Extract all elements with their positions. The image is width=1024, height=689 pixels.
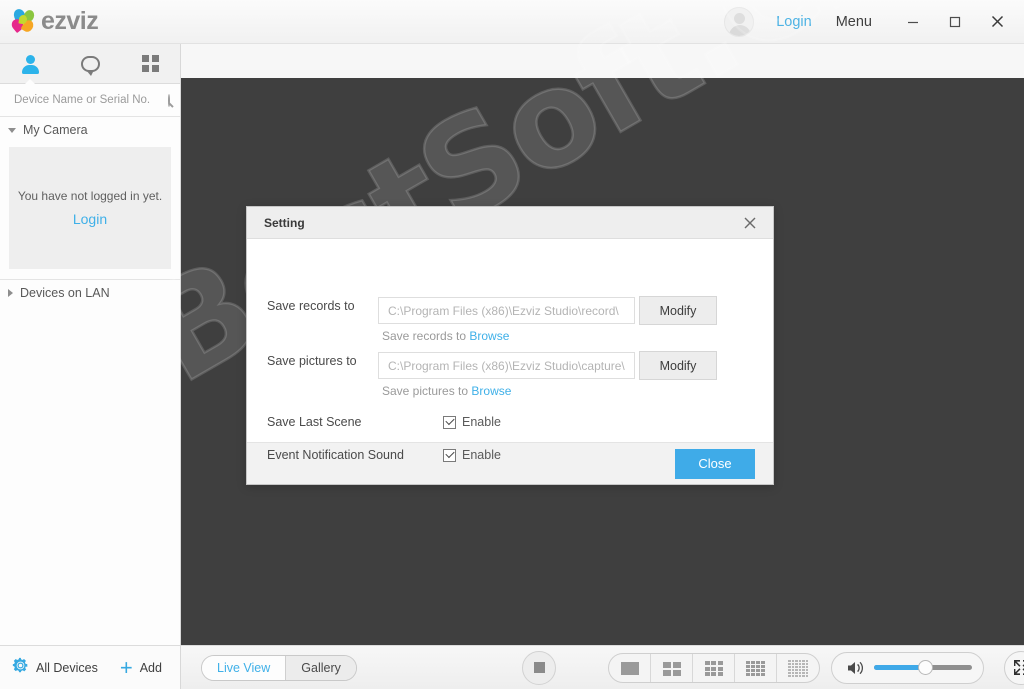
sidebar-tab-devices[interactable] <box>0 44 60 85</box>
save-records-browse-link[interactable]: Browse <box>469 329 509 343</box>
minimize-button[interactable] <box>898 7 928 37</box>
volume-slider-handle[interactable] <box>917 660 933 675</box>
chat-bubble-icon <box>80 55 100 76</box>
sidebar-tab-apps[interactable] <box>120 44 180 84</box>
add-label: Add <box>139 660 162 675</box>
search-icon[interactable] <box>168 93 170 107</box>
event-notification-sound-checkbox-label: Enable <box>462 448 501 462</box>
speaker-icon[interactable] <box>846 660 866 676</box>
save-records-hint-prefix: Save records to <box>382 329 470 343</box>
save-records-label-row: Save records to <box>267 299 355 313</box>
save-last-scene-checkbox-row[interactable]: Enable <box>443 415 501 429</box>
ezviz-flower-logo-icon <box>9 6 40 35</box>
layout-1x1-button[interactable] <box>609 653 651 682</box>
save-records-hint: Save records to Browse <box>382 329 509 343</box>
layout-selector <box>608 652 820 683</box>
save-pictures-browse-link[interactable]: Browse <box>471 384 511 398</box>
app-logo: ezviz <box>9 6 99 36</box>
stop-record-button[interactable] <box>522 650 556 685</box>
save-pictures-input[interactable]: C:\Program Files (x86)\Ezviz Studio\capt… <box>378 352 635 379</box>
volume-control <box>831 651 984 684</box>
bottom-toolbar: Live View Gallery <box>181 645 1024 689</box>
save-last-scene-label-row: Save Last Scene <box>267 415 362 429</box>
dialog-title: Setting <box>264 215 305 230</box>
all-devices-label: All Devices <box>36 660 98 675</box>
layout-4x4-button[interactable] <box>735 653 777 682</box>
sidebar-tabs <box>0 44 180 85</box>
save-records-modify-button[interactable]: Modify <box>639 296 717 325</box>
user-avatar-placeholder-icon[interactable] <box>724 6 755 37</box>
chevron-right-icon <box>8 289 13 297</box>
tab-live-view[interactable]: Live View <box>202 655 287 680</box>
layout-3x3-button[interactable] <box>693 653 735 682</box>
dialog-close-button[interactable]: Close <box>675 448 755 479</box>
save-last-scene-checkbox[interactable] <box>443 415 456 429</box>
sidebar-tab-messages[interactable] <box>60 44 120 84</box>
volume-slider[interactable] <box>874 660 972 675</box>
event-sound-checkbox-row[interactable]: Enable <box>443 448 501 462</box>
save-records-input[interactable]: C:\Program Files (x86)\Ezviz Studio\reco… <box>378 297 635 324</box>
dialog-header: Setting <box>247 207 773 239</box>
save-last-scene-checkbox-label: Enable <box>462 415 501 429</box>
event-notification-sound-label: Event Notification Sound <box>267 448 404 462</box>
event-sound-label-row: Event Notification Sound <box>267 448 404 462</box>
close-button[interactable] <box>982 7 1012 37</box>
grid-1-icon <box>620 662 639 675</box>
grid-four-icon <box>141 55 159 72</box>
title-bar-controls: Login Menu <box>724 0 1024 44</box>
grid-36-icon <box>788 660 808 677</box>
gear-icon <box>12 657 29 679</box>
save-pictures-label: Save pictures to <box>267 354 357 368</box>
dialog-body: Save records to C:\Program Files (x86)\E… <box>247 239 773 462</box>
sidebar-footer: All Devices + Add <box>0 645 180 689</box>
fullscreen-icon <box>1013 660 1024 675</box>
maximize-button[interactable] <box>940 7 970 37</box>
settings-dialog: Setting Save records to C:\Program Files… <box>246 206 774 485</box>
save-pictures-hint: Save pictures to Browse <box>382 384 511 398</box>
device-search-row <box>0 84 180 117</box>
save-pictures-hint-prefix: Save pictures to <box>382 384 472 398</box>
sidebar-login-link[interactable]: Login <box>73 211 107 227</box>
layout-6x6-button[interactable] <box>777 654 819 682</box>
video-top-strip <box>181 44 1024 78</box>
not-logged-in-panel: You have not logged in yet. Login <box>9 147 171 269</box>
save-records-field-row: C:\Program Files (x86)\Ezviz Studio\reco… <box>378 296 717 325</box>
menu-button[interactable]: Menu <box>836 14 872 30</box>
ezviz-studio-window: ezviz Login Menu Device Name or Serial N… <box>0 0 1024 689</box>
all-devices-button[interactable]: All Devices <box>0 657 98 679</box>
sidebar-group-my-camera[interactable]: My Camera <box>0 117 180 143</box>
sidebar: My Camera You have not logged in yet. Lo… <box>0 44 181 689</box>
sidebar-group-label: My Camera <box>23 123 88 137</box>
save-pictures-label-row: Save pictures to <box>267 354 357 368</box>
save-records-label: Save records to <box>267 299 355 313</box>
stop-record-icon <box>533 662 545 673</box>
sidebar-group-label: Devices on LAN <box>20 286 110 300</box>
grid-4-icon <box>662 661 681 676</box>
login-link[interactable]: Login <box>776 14 811 30</box>
search-input[interactable] <box>14 94 168 106</box>
not-logged-in-text: You have not logged in yet. <box>17 189 163 203</box>
tab-gallery[interactable]: Gallery <box>286 655 356 680</box>
save-last-scene-label: Save Last Scene <box>267 415 362 429</box>
dialog-close-icon[interactable] <box>737 210 763 236</box>
title-bar: ezviz Login Menu <box>0 0 1024 44</box>
sidebar-group-devices-on-lan[interactable]: Devices on LAN <box>0 280 180 306</box>
event-notification-sound-checkbox[interactable] <box>443 448 456 462</box>
grid-9-icon <box>704 661 723 676</box>
chevron-down-icon <box>8 127 16 133</box>
plus-icon: + <box>119 654 133 680</box>
layout-2x2-button[interactable] <box>651 653 693 682</box>
fullscreen-button[interactable] <box>1004 650 1024 685</box>
brand-name: ezviz <box>41 7 99 35</box>
person-icon <box>22 54 39 74</box>
save-pictures-field-row: C:\Program Files (x86)\Ezviz Studio\capt… <box>378 351 717 380</box>
grid-16-icon <box>746 661 765 676</box>
save-pictures-modify-button[interactable]: Modify <box>639 351 717 380</box>
view-mode-segmented-control: Live View Gallery <box>201 654 357 681</box>
add-device-button[interactable]: + Add <box>98 654 162 680</box>
